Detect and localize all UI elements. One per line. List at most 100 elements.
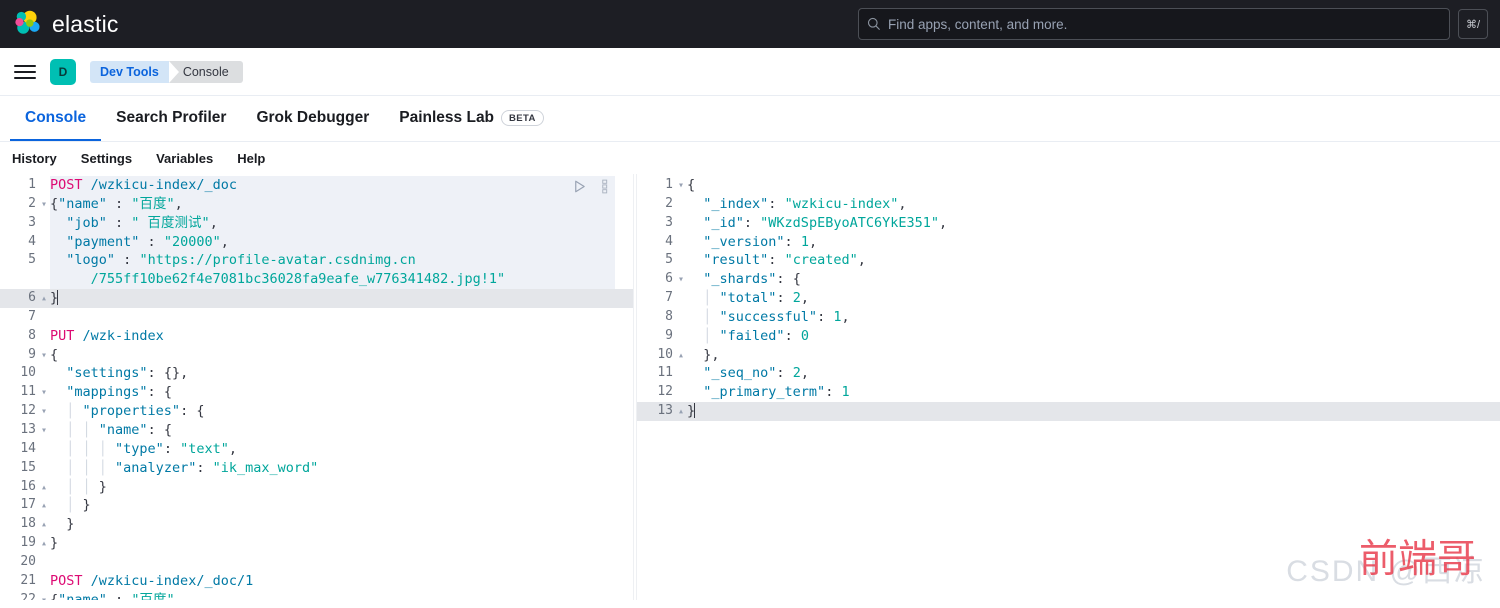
line-number: 2 — [665, 195, 673, 211]
code-text: PUT /wzk-index — [50, 327, 164, 344]
fold-toggle-icon[interactable]: ▴ — [675, 346, 687, 365]
space-avatar[interactable]: D — [50, 58, 76, 85]
code-line[interactable]: 20 — [0, 553, 633, 572]
code-line[interactable]: 3 "job" : " 百度测试", — [0, 214, 633, 233]
line-number: 6 — [28, 290, 36, 306]
code-line[interactable]: 12 ▾ │ "properties": { — [0, 402, 633, 421]
code-text: │ "total": 2, — [703, 290, 809, 307]
code-line[interactable]: 10 ▴ }, — [637, 346, 1500, 365]
fold-toggle-icon[interactable]: ▾ — [38, 591, 50, 600]
breadcrumb-item-dev-tools[interactable]: Dev Tools — [90, 60, 179, 83]
line-number: 10 — [657, 346, 673, 362]
app-tabs: Console Search Profiler Grok Debugger Pa… — [0, 96, 1500, 142]
code-line[interactable]: 2 "_index": "wzkicu-index", — [637, 195, 1500, 214]
code-line[interactable]: 1 ▾{ — [637, 176, 1500, 195]
code-text: "_primary_term": 1 — [703, 384, 850, 401]
code-line[interactable]: 13 ▴} — [637, 402, 1500, 421]
fold-toggle-icon[interactable]: ▴ — [675, 402, 687, 421]
code-text: "_shards": { — [703, 271, 801, 288]
code-line[interactable]: 17 ▴ │ } — [0, 496, 633, 515]
line-number: 4 — [665, 233, 673, 249]
hamburger-menu-icon[interactable] — [14, 61, 36, 83]
code-text: } — [66, 516, 75, 533]
tab-painless-lab[interactable]: Painless Lab BETA — [384, 97, 559, 141]
code-line[interactable]: /755ff10be62f4e7081bc36028fa9eafe_w77634… — [0, 270, 633, 289]
global-search-input[interactable]: Find apps, content, and more. — [858, 8, 1450, 40]
play-run-icon[interactable] — [572, 179, 587, 194]
request-editor-pane[interactable]: 1 POST /wzkicu-index/_doc 2 ▾ {"name" : "百度"… — [0, 174, 633, 600]
code-text: │ "successful": 1, — [703, 308, 850, 325]
fold-toggle-icon[interactable]: ▴ — [38, 515, 50, 534]
text-caret — [694, 403, 696, 419]
wrench-menu-icon[interactable] — [601, 179, 609, 194]
tab-console-label: Console — [25, 109, 87, 126]
tab-grok-debugger[interactable]: Grok Debugger — [241, 97, 384, 141]
fold-toggle-icon[interactable]: ▾ — [38, 383, 50, 402]
code-line[interactable]: 2 ▾ {"name" : "百度", — [0, 195, 633, 214]
code-line[interactable]: 8 │ "successful": 1, — [637, 308, 1500, 327]
line-number: 3 — [665, 214, 673, 230]
code-line[interactable]: 7 │ "total": 2, — [637, 289, 1500, 308]
fold-toggle-icon[interactable]: ▾ — [38, 421, 50, 440]
code-line[interactable]: 11 ▾ "mappings": { — [0, 383, 633, 402]
tab-console[interactable]: Console — [10, 97, 102, 141]
code-text: POST /wzkicu-index/_doc — [50, 177, 237, 193]
fold-toggle-icon[interactable]: ▾ — [38, 346, 50, 365]
code-line[interactable]: 6 ▾ "_shards": { — [637, 270, 1500, 289]
submenu-item-help[interactable]: Help — [237, 151, 265, 166]
code-line[interactable]: 15 │ │ │ "analyzer": "ik_max_word" — [0, 459, 633, 478]
code-text: │ │ } — [66, 478, 107, 495]
code-text: POST /wzkicu-index/_doc/1 — [50, 572, 254, 589]
fold-toggle-icon[interactable]: ▾ — [38, 195, 50, 214]
code-line[interactable]: 18 ▴ } — [0, 515, 633, 534]
code-line[interactable]: 7 — [0, 308, 633, 327]
code-line[interactable]: 4 "payment" : "20000", — [0, 233, 633, 252]
code-line[interactable]: 4 "_version": 1, — [637, 233, 1500, 252]
code-line[interactable]: 22▾{"name" : "百度" — [0, 591, 633, 600]
line-number: 4 — [28, 233, 36, 249]
fold-toggle-icon[interactable]: ▴ — [38, 289, 50, 308]
line-number: 7 — [28, 308, 36, 324]
code-text: "_id": "WKzdSpEByoATC6YkE351", — [703, 214, 948, 231]
code-text: │ "failed": 0 — [703, 327, 809, 344]
code-line[interactable]: 21 POST /wzkicu-index/_doc/1 — [0, 572, 633, 591]
code-text: "_version": 1, — [703, 233, 818, 250]
code-line[interactable]: 12 "_primary_term": 1 — [637, 383, 1500, 402]
fold-toggle-icon[interactable]: ▾ — [38, 402, 50, 421]
code-line[interactable]: 9 │ "failed": 0 — [637, 327, 1500, 346]
response-output-pane[interactable]: 1 ▾{2 "_index": "wzkicu-index", 3 "_id": "… — [637, 174, 1500, 600]
code-line[interactable]: 3 "_id": "WKzdSpEByoATC6YkE351", — [637, 214, 1500, 233]
request-editor-code[interactable]: 1 POST /wzkicu-index/_doc 2 ▾ {"name" : "百度"… — [0, 174, 633, 600]
code-text: "payment" : "20000", — [66, 233, 229, 250]
line-number: 8 — [665, 308, 673, 324]
code-text: } — [50, 535, 59, 552]
line-number: 13 — [657, 403, 673, 419]
code-line[interactable]: 14 │ │ │ "type": "text", — [0, 440, 633, 459]
code-text: {"name" : "百度" — [50, 591, 175, 600]
code-text: } — [687, 403, 696, 420]
line-number: 22 — [20, 591, 36, 600]
fold-toggle-icon[interactable]: ▴ — [38, 534, 50, 553]
fold-toggle-icon[interactable]: ▴ — [38, 496, 50, 515]
submenu-item-settings[interactable]: Settings — [81, 151, 132, 166]
code-line[interactable]: 8 PUT /wzk-index — [0, 327, 633, 346]
code-line[interactable]: 13 ▾ │ │ "name": { — [0, 421, 633, 440]
code-line[interactable]: 11 "_seq_no": 2, — [637, 364, 1500, 383]
code-line[interactable]: 9 ▾{ — [0, 346, 633, 365]
submenu-item-variables[interactable]: Variables — [156, 151, 213, 166]
code-line[interactable]: 16 ▴ │ │ } — [0, 478, 633, 497]
code-line[interactable]: 5 "result": "created", — [637, 251, 1500, 270]
code-line[interactable]: 6 ▴} — [0, 289, 633, 308]
submenu-item-history[interactable]: History — [12, 151, 57, 166]
tab-search-profiler[interactable]: Search Profiler — [101, 97, 241, 141]
fold-toggle-icon[interactable]: ▾ — [675, 270, 687, 289]
fold-toggle-icon[interactable]: ▾ — [675, 176, 687, 195]
code-line[interactable]: 19 ▴} — [0, 534, 633, 553]
code-line[interactable]: 1 POST /wzkicu-index/_doc — [0, 176, 633, 195]
breadcrumb-item-console[interactable]: Console — [168, 60, 243, 83]
code-line[interactable]: 5 "logo" : "https://profile-avatar.csdni… — [0, 251, 633, 270]
code-line[interactable]: 10 "settings": {}, — [0, 364, 633, 383]
fold-toggle-icon[interactable]: ▴ — [38, 478, 50, 497]
line-number: 7 — [665, 290, 673, 306]
code-text: "logo" : "https://profile-avatar.csdnimg… — [66, 252, 416, 269]
